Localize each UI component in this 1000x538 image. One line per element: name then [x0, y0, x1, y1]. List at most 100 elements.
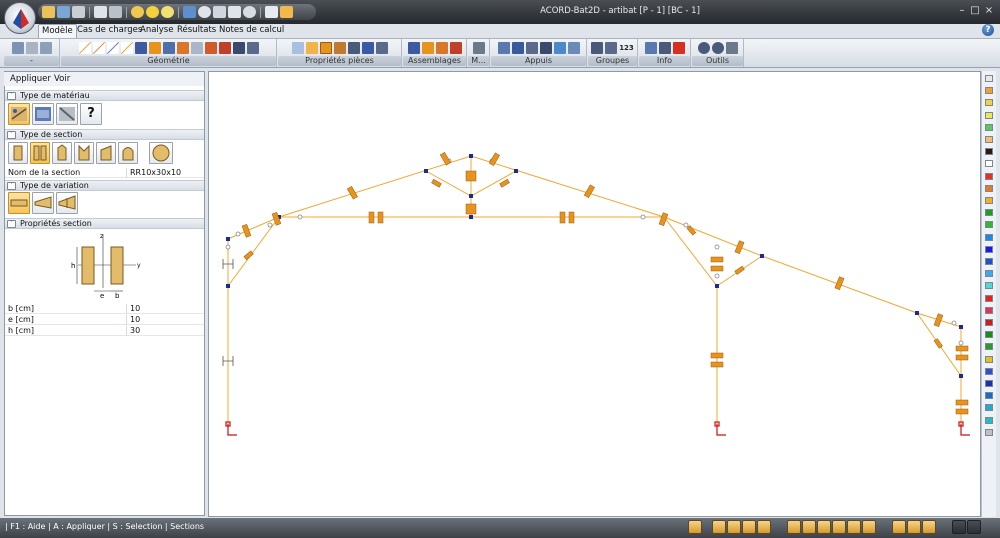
color-swatch[interactable] — [985, 282, 993, 290]
gusset-icon[interactable] — [435, 42, 448, 54]
properties-icon[interactable] — [375, 42, 388, 54]
pan-icon[interactable] — [228, 6, 241, 18]
support-fixed-icon[interactable] — [539, 42, 552, 54]
print-icon[interactable] — [72, 6, 85, 18]
color-swatch[interactable] — [985, 148, 993, 156]
variation-linear-button[interactable] — [32, 192, 54, 214]
node-icon[interactable] — [134, 42, 147, 54]
pointer-icon[interactable] — [265, 6, 278, 18]
move-icon[interactable] — [162, 42, 175, 54]
mirror-icon[interactable] — [190, 42, 203, 54]
undo-icon[interactable] — [697, 42, 710, 54]
edit-icon[interactable] — [658, 42, 671, 54]
color-swatch[interactable] — [985, 209, 993, 217]
property-value[interactable]: 10 — [126, 315, 204, 325]
color-swatch[interactable] — [985, 355, 993, 363]
menu-appliquer[interactable]: Appliquer — [10, 74, 51, 84]
color-swatch[interactable] — [985, 367, 993, 375]
section-header-material[interactable]: ˅ Type de matériau — [5, 90, 204, 101]
support-icon[interactable] — [497, 42, 510, 54]
copy-icon[interactable] — [176, 42, 189, 54]
tools-icon[interactable] — [725, 42, 738, 54]
color-swatch[interactable] — [985, 306, 993, 314]
snap-mid-icon[interactable] — [727, 520, 741, 534]
color-swatch[interactable] — [985, 428, 993, 436]
view-nodes-icon[interactable] — [802, 520, 816, 534]
menu-voir[interactable]: Voir — [54, 74, 70, 84]
view-members-icon[interactable] — [817, 520, 831, 534]
section-double-button[interactable] — [30, 142, 50, 164]
snap-icon[interactable] — [688, 520, 702, 534]
property-value[interactable]: 10 — [126, 304, 204, 314]
section-active-icon[interactable] — [319, 42, 332, 54]
color-swatch[interactable] — [985, 136, 993, 143]
model-canvas[interactable] — [208, 71, 981, 517]
view-labels-icon[interactable] — [862, 520, 876, 534]
numbering-icon[interactable]: 123 — [619, 44, 634, 52]
support-pinned-icon[interactable] — [511, 42, 524, 54]
split-icon[interactable] — [148, 42, 161, 54]
truss-icon[interactable] — [204, 42, 217, 54]
save-icon[interactable] — [57, 6, 70, 18]
section-sloped-button[interactable] — [96, 142, 116, 164]
group-icon[interactable] — [591, 42, 604, 54]
rotate-icon[interactable] — [243, 6, 256, 18]
info-table-icon[interactable] — [644, 42, 657, 54]
frame-icon[interactable] — [183, 6, 196, 18]
collapse-chevron-icon[interactable]: ˅ — [7, 131, 16, 139]
window-tile-icon[interactable] — [952, 520, 966, 534]
view-supports-icon[interactable] — [832, 520, 846, 534]
color-swatch[interactable] — [985, 221, 993, 229]
help-icon[interactable]: ? — [982, 24, 994, 36]
collapse-chevron-icon[interactable]: ˅ — [7, 182, 16, 190]
section-header-section-type[interactable]: ˅ Type de section — [5, 129, 204, 140]
orientation-icon[interactable] — [347, 42, 360, 54]
pin-icon[interactable] — [672, 42, 685, 54]
color-swatch[interactable] — [985, 331, 993, 339]
section-rectangular-button[interactable] — [8, 142, 28, 164]
collapse-chevron-icon[interactable]: ˅ — [7, 220, 16, 228]
app-logo-button[interactable] — [4, 2, 36, 34]
view-numbers-icon[interactable] — [847, 520, 861, 534]
color-swatch[interactable] — [985, 184, 993, 192]
polyline-icon[interactable] — [120, 42, 133, 54]
lock-icon[interactable] — [472, 42, 485, 54]
zoom-icon[interactable] — [198, 6, 211, 18]
color-swatch[interactable] — [985, 111, 993, 119]
redo-icon[interactable] — [711, 42, 724, 54]
gear-icon[interactable] — [131, 6, 144, 18]
color-swatch[interactable] — [985, 245, 993, 253]
window-cascade-icon[interactable] — [967, 520, 981, 534]
bolt-icon[interactable] — [449, 42, 462, 54]
roof-icon[interactable] — [218, 42, 231, 54]
color-swatch[interactable] — [985, 404, 993, 412]
section-name-value[interactable]: RR10x30x10 — [126, 168, 204, 178]
property-value[interactable]: 30 — [126, 326, 204, 336]
color-swatch[interactable] — [985, 294, 993, 302]
snap-node-icon[interactable] — [712, 520, 726, 534]
sun-icon[interactable] — [146, 6, 159, 18]
grid-icon[interactable] — [11, 42, 24, 54]
support-roller-icon[interactable] — [525, 42, 538, 54]
tab-analyse[interactable]: Analyse — [137, 24, 176, 38]
joint-icon[interactable] — [407, 42, 420, 54]
tab-modele[interactable]: Modèle — [38, 24, 77, 38]
view-icon[interactable] — [787, 520, 801, 534]
display-list-icon[interactable] — [907, 520, 921, 534]
color-swatch[interactable] — [985, 75, 993, 82]
color-swatch[interactable] — [985, 233, 993, 241]
zoom-extent-icon[interactable] — [213, 6, 226, 18]
color-swatch[interactable] — [985, 319, 993, 326]
material-timber-button[interactable] — [8, 103, 30, 125]
layout-icon[interactable] — [39, 42, 52, 54]
maximize-button[interactable]: □ — [969, 4, 981, 18]
color-swatch[interactable] — [985, 270, 993, 278]
group-edit-icon[interactable] — [605, 42, 618, 54]
light-icon[interactable] — [161, 6, 174, 18]
variation-constant-button[interactable] — [8, 192, 30, 214]
section-icon[interactable] — [305, 42, 318, 54]
display-arrow-icon[interactable] — [922, 520, 936, 534]
select-icon[interactable] — [280, 6, 293, 18]
tab-notes-de-calcul[interactable]: Notes de calcul — [216, 24, 287, 38]
table-icon[interactable] — [25, 42, 38, 54]
